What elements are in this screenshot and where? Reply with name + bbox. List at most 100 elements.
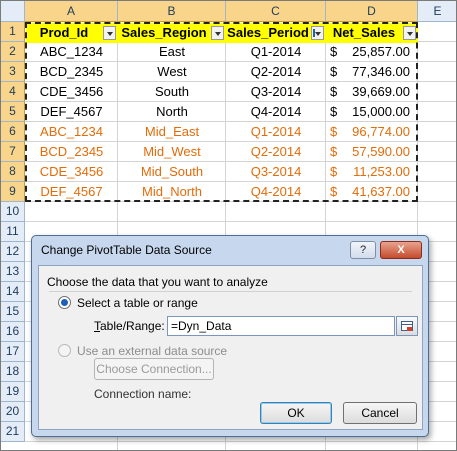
cell-prod-id[interactable]: ABC_1234 — [25, 42, 118, 62]
header-cell-prod-id[interactable]: Prod_Id — [26, 23, 118, 43]
cell-sales-region[interactable]: West — [118, 62, 226, 82]
row-header-6[interactable]: 6 — [1, 122, 25, 142]
cell-sales-period[interactable]: Q1-2014 — [226, 42, 326, 62]
cell-sales-region[interactable]: Mid_East — [118, 122, 226, 142]
cell-net-sales[interactable]: $15,000.00 — [326, 102, 418, 122]
row-header-10[interactable]: 10 — [1, 202, 25, 222]
row-header-8[interactable]: 8 — [1, 162, 25, 182]
ok-button[interactable]: OK — [260, 402, 332, 424]
cell-sales-period[interactable]: Q4-2014 — [226, 182, 326, 202]
cell-prod-id[interactable]: ABC_1234 — [25, 122, 118, 142]
amount: 11,253.00 — [353, 164, 410, 179]
row-header-13[interactable]: 13 — [1, 262, 25, 282]
column-header-d[interactable]: D — [326, 1, 418, 22]
change-pivottable-data-source-dialog: Change PivotTable Data Source ? X Choose… — [31, 235, 429, 437]
cell-sales-region[interactable]: Mid_South — [118, 162, 226, 182]
row-header-20[interactable]: 20 — [1, 402, 25, 422]
column-header-e[interactable]: E — [418, 1, 456, 22]
table-range-input[interactable] — [167, 316, 395, 336]
header-label: Net_Sales — [332, 25, 396, 40]
separator — [49, 291, 412, 292]
currency-symbol: $ — [330, 164, 338, 179]
cell-sales-region[interactable]: South — [118, 82, 226, 102]
radio-external-data-source-label[interactable]: Use an external data source — [77, 344, 227, 358]
range-select-icon — [401, 321, 413, 331]
gridline-horizontal — [25, 441, 456, 442]
row-header-12[interactable]: 12 — [1, 242, 25, 262]
dialog-content: Choose the data that you want to analyze… — [38, 265, 423, 430]
cell-prod-id[interactable]: CDE_3456 — [25, 162, 118, 182]
row-header-7[interactable]: 7 — [1, 142, 25, 162]
header-cell-sales-region[interactable]: Sales_Region — [118, 23, 226, 43]
amount: 39,669.00 — [352, 84, 410, 99]
cell-sales-region[interactable]: East — [118, 42, 226, 62]
row-header-3[interactable]: 3 — [1, 62, 25, 82]
row-header-15[interactable]: 15 — [1, 302, 25, 322]
row-header-1[interactable]: 1 — [1, 22, 25, 42]
header-label: Sales_Region — [121, 25, 207, 40]
header-cell-net-sales[interactable]: Net_Sales — [326, 23, 418, 43]
header-cell-sales-period[interactable]: Sales_Period — [226, 23, 326, 43]
choose-connection-button[interactable]: Choose Connection... — [94, 358, 214, 380]
cell-prod-id[interactable]: CDE_3456 — [25, 82, 118, 102]
cell-net-sales[interactable]: $11,253.00 — [326, 162, 418, 182]
filter-dropdown-icon[interactable] — [403, 26, 416, 40]
column-header-b[interactable]: B — [118, 1, 226, 22]
row-header-19[interactable]: 19 — [1, 382, 25, 402]
amount: 77,346.00 — [352, 64, 410, 79]
cell-prod-id[interactable]: BCD_2345 — [25, 142, 118, 162]
row-header-9[interactable]: 9 — [1, 182, 25, 202]
filter-dropdown-icon[interactable] — [211, 26, 224, 40]
radio-select-table-range-label[interactable]: Select a table or range — [77, 296, 198, 310]
cell-sales-period[interactable]: Q2-2014 — [226, 142, 326, 162]
column-header-a[interactable]: A — [25, 1, 118, 22]
row-header-18[interactable]: 18 — [1, 362, 25, 382]
row-header-14[interactable]: 14 — [1, 282, 25, 302]
cell-sales-region[interactable]: Mid_North — [118, 182, 226, 202]
filter-dropdown-icon[interactable] — [103, 26, 116, 40]
close-button[interactable]: X — [380, 241, 422, 259]
row-header-16[interactable]: 16 — [1, 322, 25, 342]
cell-net-sales[interactable]: $39,669.00 — [326, 82, 418, 102]
cell-sales-period[interactable]: Q3-2014 — [226, 82, 326, 102]
row-header-21[interactable]: 21 — [1, 422, 25, 442]
cell-net-sales[interactable]: $77,346.00 — [326, 62, 418, 82]
radio-external-data-source[interactable] — [58, 344, 71, 357]
radio-select-table-range[interactable] — [58, 296, 71, 309]
row-header-11[interactable]: 11 — [1, 222, 25, 242]
table-range-label: Table/Range: — [94, 319, 165, 333]
row-header-4[interactable]: 4 — [1, 82, 25, 102]
currency-symbol: $ — [330, 84, 338, 99]
currency-symbol: $ — [330, 124, 338, 139]
cancel-button[interactable]: Cancel — [343, 402, 417, 424]
cell-prod-id[interactable]: DEF_4567 — [25, 102, 118, 122]
cell-net-sales[interactable]: $57,590.00 — [326, 142, 418, 162]
cell-net-sales[interactable]: $96,774.00 — [326, 122, 418, 142]
cell-prod-id[interactable]: DEF_4567 — [25, 182, 118, 202]
cell-sales-period[interactable]: Q1-2014 — [226, 122, 326, 142]
select-all-corner[interactable] — [1, 1, 25, 22]
row-header-2[interactable]: 2 — [1, 42, 25, 62]
column-header-c[interactable]: C — [226, 1, 326, 22]
dialog-titlebar[interactable]: Change PivotTable Data Source ? X — [32, 236, 428, 264]
row-header-17[interactable]: 17 — [1, 342, 25, 362]
excel-window: A B C D E 1 2 3 4 5 6 7 8 9 10 11 12 13 14 15 16 17 18 19 2… — [0, 0, 457, 451]
cell-sales-region[interactable]: North — [118, 102, 226, 122]
cell-sales-period[interactable]: Q4-2014 — [226, 102, 326, 122]
row-header-5[interactable]: 5 — [1, 102, 25, 122]
help-button[interactable]: ? — [350, 241, 376, 259]
cell-sales-period[interactable]: Q2-2014 — [226, 62, 326, 82]
cell-net-sales[interactable]: $41,637.00 — [326, 182, 418, 202]
cell-net-sales[interactable]: $25,857.00 — [326, 42, 418, 62]
amount: 15,000.00 — [352, 104, 410, 119]
amount: 41,637.00 — [352, 184, 410, 199]
header-label: Prod_Id — [39, 25, 89, 40]
cell-sales-region[interactable]: Mid_West — [118, 142, 226, 162]
collapse-dialog-button[interactable] — [396, 316, 418, 336]
sort-filter-dropdown-icon[interactable] — [311, 26, 324, 40]
dialog-title: Change PivotTable Data Source — [41, 243, 212, 257]
currency-symbol: $ — [330, 104, 338, 119]
amount: 25,857.00 — [352, 44, 410, 59]
cell-sales-period[interactable]: Q3-2014 — [226, 162, 326, 182]
cell-prod-id[interactable]: BCD_2345 — [25, 62, 118, 82]
